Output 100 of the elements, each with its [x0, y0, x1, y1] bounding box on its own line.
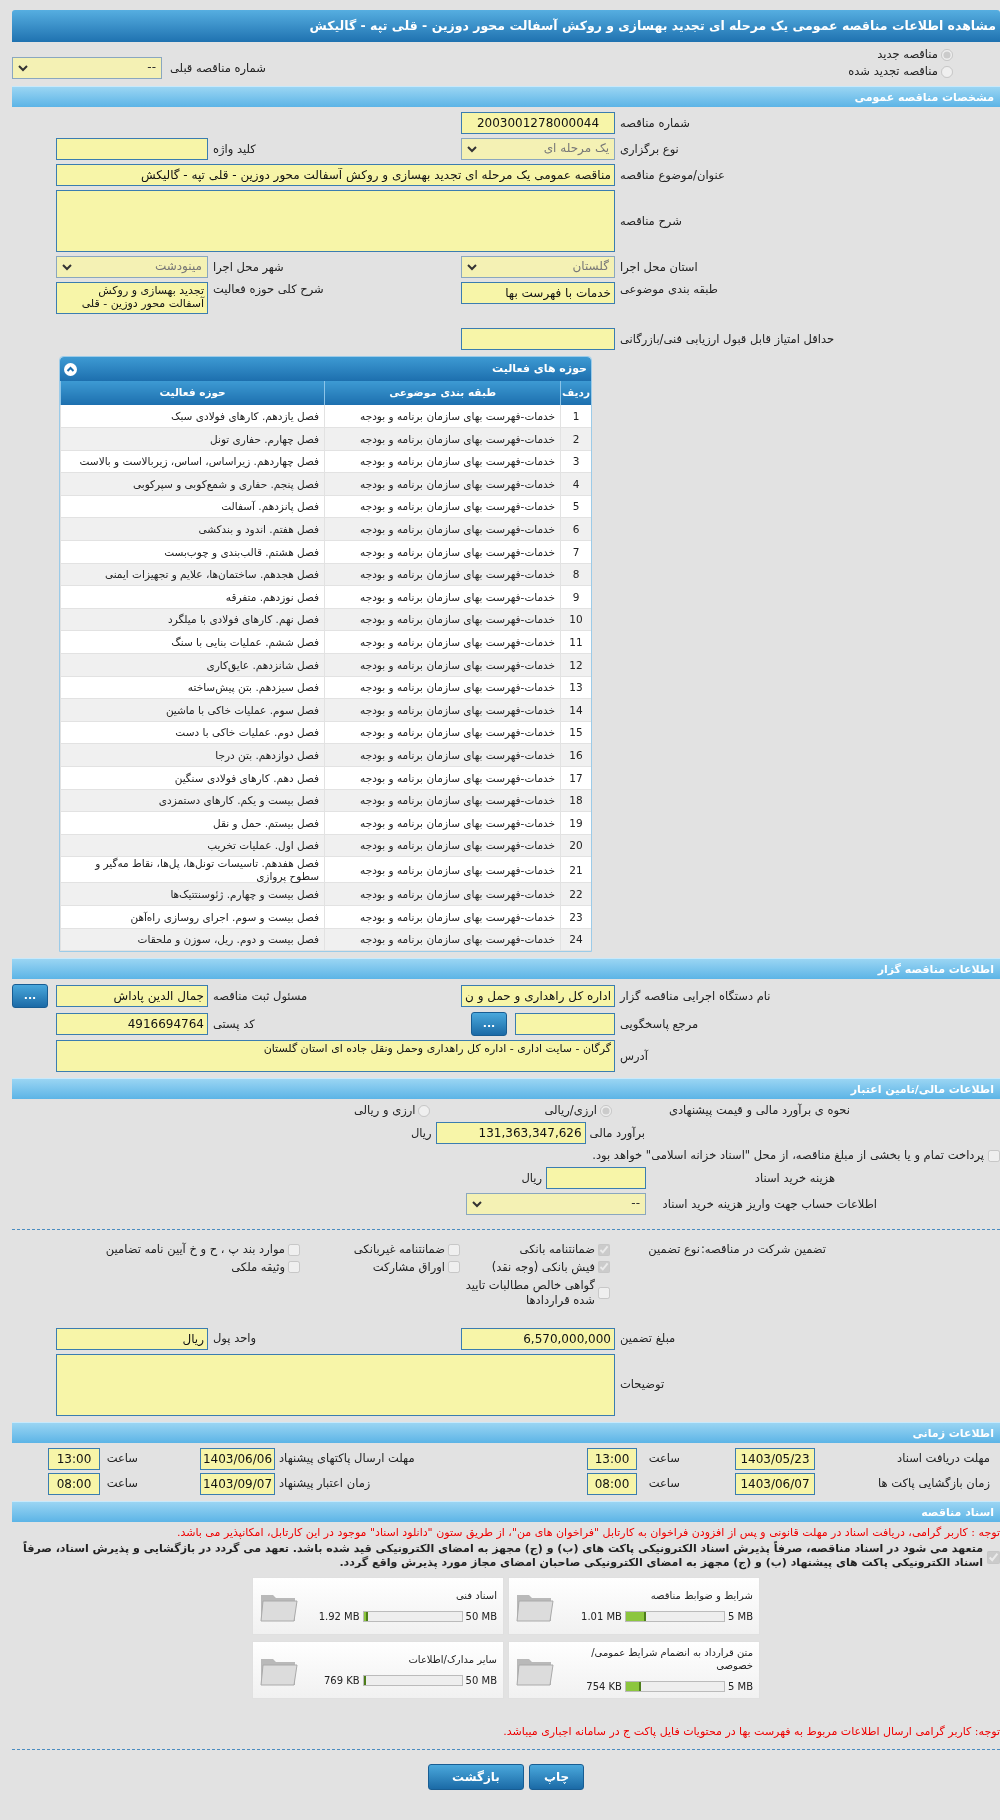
browse-button[interactable]: ...: [12, 984, 48, 1009]
table-cell: خدمات-فهرست بهای سازمان برنامه و بودجه: [324, 653, 561, 677]
checkbox-label: پرداخت تمام و یا بخشی از مبلغ مناقصه، از محل "اسناد خزانه اسلامی" خواهد بود.: [592, 1148, 984, 1164]
input-field[interactable]: 08:00: [48, 1472, 100, 1495]
field-label: نام دستگاه اجرایی مناقصه گزار: [618, 988, 772, 1004]
input-field[interactable]: 2003001278000044: [461, 112, 615, 134]
text-area[interactable]: گرگان - سایت اداری - اداره کل راهداری وحمل ونقل جاده ای استان گلستان: [56, 1040, 615, 1073]
table-cell: خدمات-فهرست بهای سازمان برنامه و بودجه: [324, 472, 561, 496]
table-cell: فصل ششم. عملیات بنایی با سنگ: [60, 630, 325, 654]
table-cell: فصل پنجم. حفاری و شمع‌کوبی و سپرکوبی: [60, 472, 325, 496]
text-area[interactable]: تجدید بهسازی و روکش آسفالت محور دوزین - قلی: [56, 282, 208, 314]
dropdown[interactable]: گلستان: [461, 256, 615, 278]
table-cell: 7: [560, 540, 591, 564]
table-cell: فصل پانزدهم. آسفالت: [60, 495, 325, 518]
field-label: توضیحات: [619, 1377, 666, 1393]
file-size: 1.92 MB: [318, 1609, 360, 1623]
file-size: 754 KB: [586, 1680, 622, 1694]
column-header: حوزه فعالیت: [60, 381, 325, 405]
input-field[interactable]: 6,570,000,000: [461, 1327, 615, 1350]
back-button[interactable]: بازگشت: [427, 1763, 524, 1790]
input-field[interactable]: 08:00: [587, 1472, 637, 1495]
field-label: ساعت: [105, 1451, 138, 1467]
dropdown[interactable]: یک مرحله ای: [461, 138, 615, 160]
checkbox-label: وثیقه ملکی: [231, 1259, 285, 1275]
field-label: ساعت: [105, 1476, 138, 1492]
input-field[interactable]: 1403/06/06: [200, 1447, 275, 1470]
table-cell: فصل نوزدهم. متفرقه: [60, 585, 325, 609]
notice-text: توجه : کاربر گرامی، دریافت اسناد در مهلت قانونی و پس از افزودن فراخوان به کارتابل "فراخوان های من"، از طریق ستون "دانلود اسناد" موجود در این کارتابل، امکانپذیر می باشد.: [175, 1525, 1000, 1541]
size-limit: 50 MB: [465, 1609, 497, 1623]
section-header: اطلاعات زمانی: [12, 1421, 1000, 1443]
print-button[interactable]: چاپ: [528, 1763, 585, 1790]
field-label: مهلت ارسال پاکتهای پیشنهاد: [278, 1451, 416, 1467]
table-cell: فصل چهاردهم. زیراساس، اساس، زیربالاست و بالاست: [60, 450, 325, 473]
field-label: تضمین شرکت در مناقصه:: [700, 1242, 826, 1259]
dropdown[interactable]: مینودشت: [56, 256, 208, 278]
field-label: ساعت: [647, 1476, 680, 1492]
input-field[interactable]: مناقصه عمومی یک مرحله ای تجدید بهسازی و روکش آسفالت محور دوزین - قلی تپه - گالیکش: [56, 164, 615, 186]
size-limit: 5 MB: [727, 1680, 753, 1694]
input-field[interactable]: 1403/06/07: [735, 1472, 815, 1495]
table-cell: خدمات-فهرست بهای سازمان برنامه و بودجه: [324, 540, 561, 564]
field-label: کد پستی: [212, 1016, 256, 1032]
input-field[interactable]: ریال: [56, 1327, 208, 1350]
table-cell: 17: [560, 766, 591, 790]
browse-button[interactable]: ...: [471, 1012, 507, 1037]
table-cell: فصل دهم. کارهای فولادی سنگین: [60, 766, 325, 790]
table-cell: خدمات-فهرست بهای سازمان برنامه و بودجه: [324, 427, 561, 451]
field-label: شرح مناقصه: [619, 213, 683, 229]
input-field[interactable]: 4916694764: [56, 1013, 208, 1036]
input-field[interactable]: 1403/09/07: [200, 1472, 275, 1495]
table-cell: 13: [560, 676, 591, 699]
column-header: طبقه بندی موضوعی: [324, 381, 561, 405]
table-cell: خدمات-فهرست بهای سازمان برنامه و بودجه: [324, 676, 561, 699]
field-label: ساعت: [647, 1451, 680, 1467]
checkbox-label: فیش بانکی (وجه نقد): [491, 1259, 595, 1275]
checkbox-label: اوراق مشارکت: [372, 1259, 445, 1275]
table-cell: 1: [560, 405, 591, 428]
input-field[interactable]: 1403/05/23: [735, 1447, 815, 1470]
input-field[interactable]: اداره کل راهداری و حمل و ن: [461, 985, 615, 1008]
table-cell: 18: [560, 789, 591, 812]
field-label: کلید واژه: [212, 141, 257, 157]
field-label: شماره مناقصه: [619, 115, 691, 131]
table-cell: فصل بیست و یکم. کارهای دستمزدی: [60, 789, 325, 812]
field-label: نوع برگزاری: [619, 141, 680, 157]
table-cell: فصل هفتم. اندود و بندکشی: [60, 517, 325, 541]
table-cell: فصل چهارم. حفاری تونل: [60, 427, 325, 451]
field-label: زمان بازگشایی پاکت ها: [877, 1476, 990, 1492]
field-label: واحد پول: [212, 1331, 258, 1347]
table-cell: 14: [560, 698, 591, 722]
table-cell: فصل سوم. عملیات خاکی با ماشین: [60, 698, 325, 722]
table-cell: فصل هجدهم. ساختمان‌ها، علایم و تجهیزات ایمنی: [60, 563, 325, 586]
input-field[interactable]: 13:00: [587, 1447, 637, 1470]
column-header: ردیف: [560, 381, 591, 405]
input-field[interactable]: 13:00: [48, 1447, 100, 1470]
input-field[interactable]: خدمات با فهرست بها: [461, 282, 615, 304]
dropdown[interactable]: --: [466, 1193, 646, 1216]
table-cell: خدمات-فهرست بهای سازمان برنامه و بودجه: [324, 585, 561, 609]
dropdown[interactable]: --: [12, 57, 162, 79]
field-label: مسئول ثبت مناقصه: [212, 988, 309, 1004]
table-cell: 5: [560, 495, 591, 518]
input-field[interactable]: 131,363,347,626: [435, 1122, 586, 1145]
checkbox-label: ضمانتنامه بانکی: [519, 1242, 595, 1257]
table-cell: فصل بیستم. حمل و نقل: [60, 811, 325, 835]
file-name: شرایط و ضوابط مناقصه: [649, 1588, 753, 1602]
field-label: شهر محل اجرا: [212, 259, 285, 275]
table-cell: خدمات-فهرست بهای سازمان برنامه و بودجه: [324, 608, 561, 631]
table-cell: 8: [560, 563, 591, 586]
field-label: هزینه خرید اسناد: [753, 1170, 835, 1186]
table-cell: فصل نهم. کارهای فولادی با میلگرد: [60, 608, 325, 631]
table-cell: 23: [560, 905, 591, 929]
field-label: مبلغ تضمین: [619, 1331, 677, 1347]
table-cell: 9: [560, 585, 591, 609]
section-header: اطلاعات مناقصه گزار: [12, 958, 1000, 980]
checkbox-label: ضمانتنامه غیربانکی: [353, 1242, 445, 1257]
input-field[interactable]: جمال الدین پاداش: [56, 985, 208, 1008]
table-cell: 4: [560, 472, 591, 496]
notice-text: توجه: کاربر گرامی ارسال اطلاعات مربوط به فهرست بها در محتویات فایل پاکت ج در سامانه اجباری میباشد.: [502, 1724, 1000, 1739]
unit-label: ریال: [411, 1125, 432, 1141]
table-cell: 3: [560, 450, 591, 473]
file-name: متن قرارداد به انضمام شرایط عمومی/خصوصی: [590, 1646, 753, 1673]
table-cell: خدمات-فهرست بهای سازمان برنامه و بودجه: [324, 450, 561, 473]
